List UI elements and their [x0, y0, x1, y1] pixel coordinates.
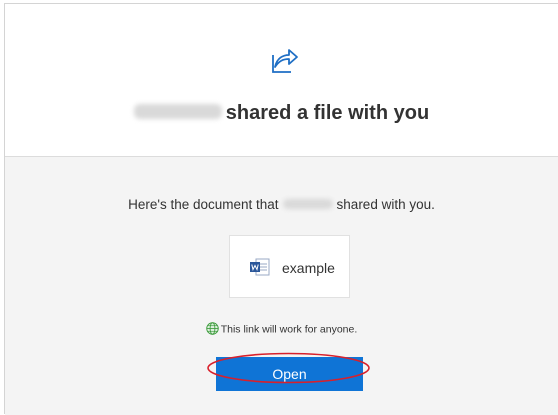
intro-text: Here's the document that shared with you.: [5, 197, 558, 212]
headline: shared a file with you: [5, 102, 558, 125]
share-arrow-icon: [272, 49, 298, 73]
email-header: shared a file with you: [5, 4, 558, 157]
headline-text: shared a file with you: [225, 102, 430, 124]
email-body: Here's the document that shared with you.…: [5, 157, 558, 415]
intro-suffix: shared with you.: [336, 197, 435, 212]
intro-prefix: Here's the document that: [128, 197, 279, 212]
file-card[interactable]: example: [229, 235, 350, 298]
email-frame: shared a file with you Here's the docume…: [4, 3, 558, 415]
redacted-sender-name-inline: [282, 199, 333, 210]
word-document-icon: [250, 258, 270, 276]
notice-text: This link will work for anyone.: [220, 323, 358, 336]
redacted-sender-name: [133, 104, 222, 120]
file-name: example: [282, 260, 335, 276]
open-button[interactable]: Open: [216, 357, 363, 391]
globe-icon: [205, 322, 219, 335]
link-notice: This link will work for anyone.: [5, 322, 558, 336]
